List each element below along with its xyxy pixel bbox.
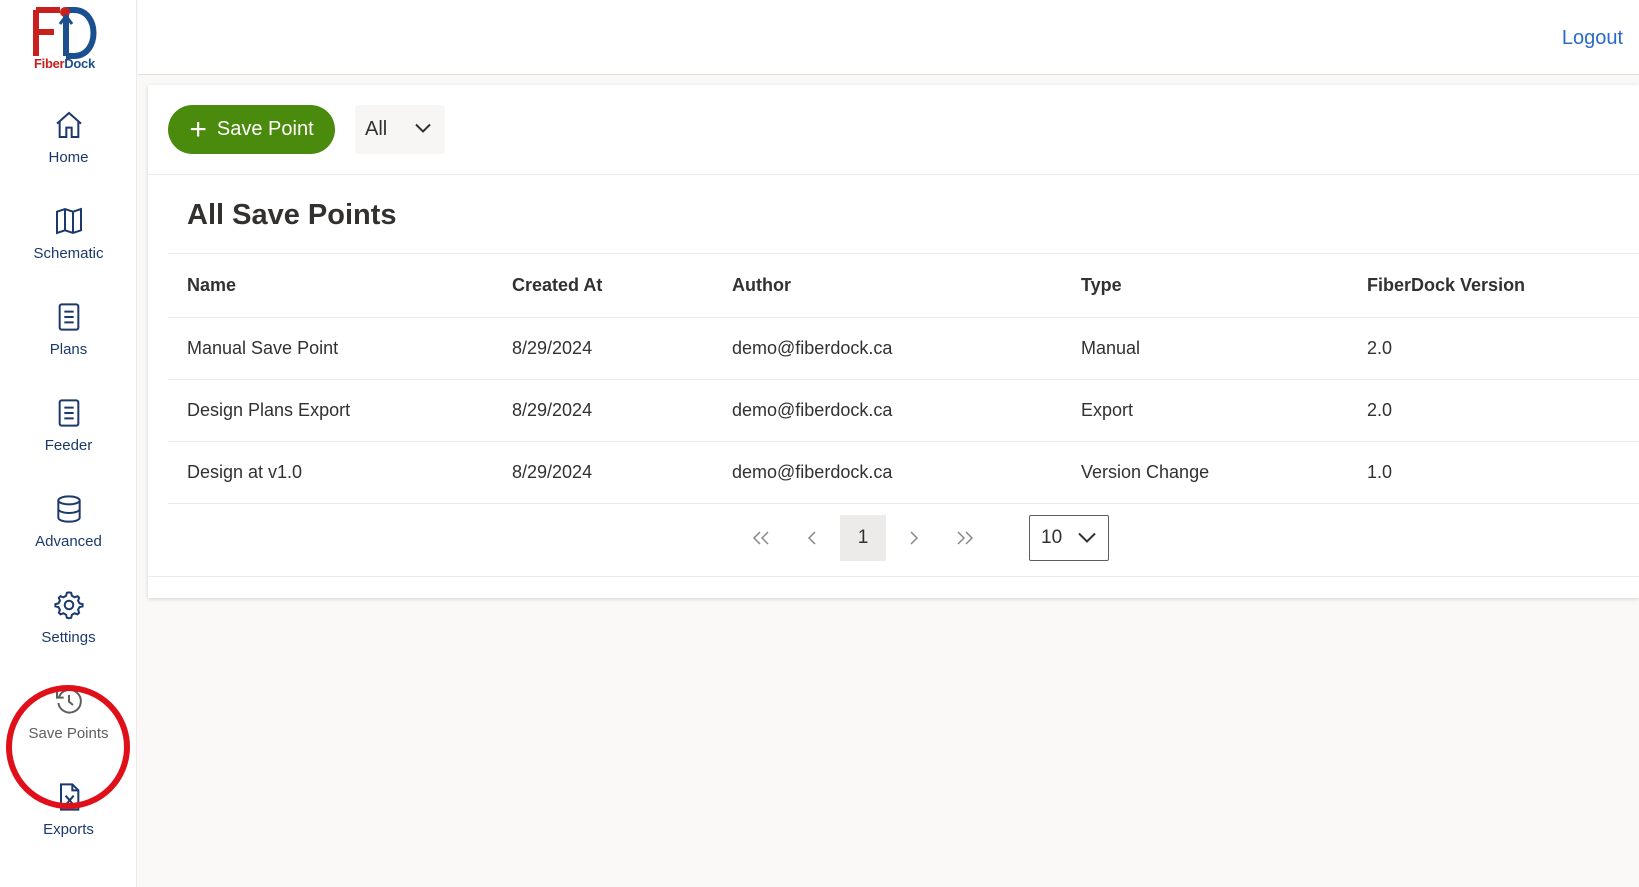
chevron-down-icon (415, 123, 431, 133)
column-header-name[interactable]: Name (168, 254, 512, 318)
page-title: All Save Points (187, 199, 397, 231)
last-page-button[interactable] (942, 515, 988, 561)
sidebar-item-advanced[interactable]: Advanced (0, 479, 137, 569)
sidebar-item-label: Feeder (44, 437, 93, 454)
sidebar-item-label: Save Points (28, 725, 109, 742)
chevron-down-icon (1078, 532, 1096, 543)
cell-created-at: 8/29/2024 (512, 379, 732, 442)
cell-author: demo@fiberdock.ca (732, 379, 1081, 442)
sidebar-item-label: Exports (43, 821, 94, 838)
cell-type: Manual (1081, 317, 1367, 380)
column-header-author[interactable]: Author (732, 254, 1081, 318)
sidebar-item-feeder[interactable]: Feeder (0, 383, 137, 473)
gear-icon (53, 591, 84, 620)
plus-icon: + (189, 112, 207, 146)
sidebar-item-save-points[interactable]: Save Points (0, 671, 137, 761)
sidebar-item-label: Home (48, 149, 89, 166)
page-size-value: 10 (1041, 527, 1063, 548)
type-filter-dropdown[interactable]: All (355, 105, 445, 154)
cell-version: 2.0 (1367, 379, 1639, 442)
chevron-left-icon (807, 531, 816, 545)
table-row[interactable]: Design Plans Export 8/29/2024 demo@fiber… (168, 379, 1639, 442)
cell-version: 2.0 (1367, 317, 1639, 380)
cell-name: Manual Save Point (168, 317, 512, 380)
sidebar-item-label: Plans (49, 341, 88, 358)
first-page-button[interactable] (738, 515, 784, 561)
save-points-table: Name Created At Author Type FiberDock Ve… (168, 254, 1639, 504)
add-save-point-label: Save Point (216, 118, 314, 140)
cell-created-at: 8/29/2024 (512, 317, 732, 380)
sidebar-item-home[interactable]: Home (0, 95, 137, 185)
page-size-dropdown[interactable]: 10 (1029, 515, 1109, 561)
table-row[interactable]: Manual Save Point 8/29/2024 demo@fiberdo… (168, 317, 1639, 380)
cell-author: demo@fiberdock.ca (732, 317, 1081, 380)
cell-author: demo@fiberdock.ca (732, 441, 1081, 504)
history-icon (55, 688, 82, 714)
logout-link[interactable]: Logout (1562, 27, 1623, 50)
map-icon (55, 207, 82, 235)
table-row[interactable]: Design at v1.0 8/29/2024 demo@fiberdock.… (168, 441, 1639, 504)
cell-created-at: 8/29/2024 (512, 441, 732, 504)
column-header-type[interactable]: Type (1081, 254, 1367, 318)
next-page-button[interactable] (891, 515, 937, 561)
sidebar: FiberDock Home Schematic Plans Feeder Ad… (0, 0, 137, 887)
sidebar-item-schematic[interactable]: Schematic (0, 191, 137, 281)
cell-type: Export (1081, 379, 1367, 442)
sidebar-item-exports[interactable]: Exports (0, 767, 137, 857)
double-chevron-right-icon (957, 531, 974, 545)
toolbar: + Save Point All (148, 85, 1639, 175)
cell-name: Design at v1.0 (168, 441, 512, 504)
sidebar-item-label: Schematic (33, 245, 104, 262)
type-filter-value: All (365, 118, 388, 140)
cell-name: Design Plans Export (168, 379, 512, 442)
excel-file-icon (59, 783, 79, 811)
database-icon (56, 495, 81, 523)
add-save-point-button[interactable]: + Save Point (168, 105, 335, 154)
column-header-fiberdock-version[interactable]: FiberDock Version (1367, 254, 1639, 318)
table-header-row: Name Created At Author Type FiberDock Ve… (168, 254, 1639, 318)
document-icon (58, 303, 79, 331)
double-chevron-left-icon (752, 531, 769, 545)
previous-page-button[interactable] (789, 515, 835, 561)
cell-type: Version Change (1081, 441, 1367, 504)
column-header-created-at[interactable]: Created At (512, 254, 732, 318)
chevron-right-icon (910, 531, 919, 545)
pagination: 1 10 (148, 507, 1639, 577)
save-points-panel: + Save Point All All Save Points Name Cr… (148, 85, 1639, 598)
cell-version: 1.0 (1367, 441, 1639, 504)
logo-wordmark: FiberDock (34, 56, 95, 71)
sidebar-item-label: Settings (41, 629, 96, 646)
sidebar-item-label: Advanced (35, 533, 102, 550)
home-icon (55, 111, 82, 138)
document-icon (58, 399, 79, 427)
sidebar-item-settings[interactable]: Settings (0, 575, 137, 665)
top-bar: Logout (138, 0, 1639, 75)
page-number-button[interactable]: 1 (840, 515, 886, 561)
sidebar-item-plans[interactable]: Plans (0, 287, 137, 377)
